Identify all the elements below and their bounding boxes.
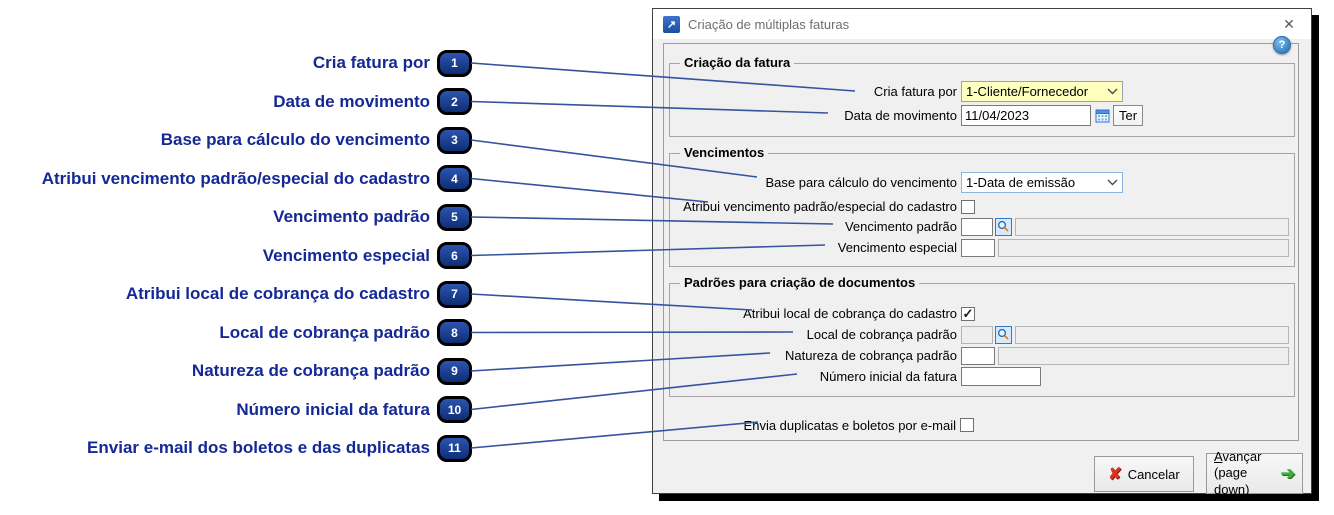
row-data-de-movimento: Data de movimento Ter (670, 105, 1294, 126)
group-title: Padrões para criação de documentos (680, 275, 920, 290)
annotation-label: Enviar e-mail dos boletos e das duplicat… (87, 438, 430, 458)
envia-email-checkbox[interactable] (960, 418, 974, 432)
field-label: Envia duplicatas e boletos por e-mail (743, 417, 956, 433)
annotation-badge: 8 (437, 319, 472, 347)
atribui-vencimento-checkbox[interactable] (961, 199, 975, 214)
annotation-list: Cria fatura por 1 Data de movimento 2 Ba… (0, 44, 472, 468)
group-criacao-da-fatura: Criação da fatura Cria fatura por 1-Clie… (669, 55, 1295, 137)
annotation-label: Número inicial da fatura (236, 399, 430, 419)
close-icon[interactable]: ✕ (1277, 16, 1301, 33)
annotation-row: Local de cobrança padrão 8 (0, 314, 472, 353)
row-vencimento-padrao: Vencimento padrão (670, 216, 1294, 237)
annotation-row: Vencimento especial 6 (0, 237, 472, 276)
local-cobranca-desc-field (1015, 325, 1289, 344)
vencimento-padrao-code-input[interactable] (961, 217, 993, 236)
cria-fatura-por-select[interactable]: 1-Cliente/Fornecedor (961, 81, 1123, 102)
field-label: Natureza de cobrança padrão (784, 348, 957, 363)
numero-inicial-input[interactable] (961, 367, 1041, 386)
annotation-label: Vencimento especial (262, 245, 430, 265)
natureza-cobranca-desc-field (998, 346, 1289, 365)
field-label: Atribui local de cobrança do cadastro (743, 306, 957, 321)
row-numero-inicial: Número inicial da fatura (670, 366, 1294, 387)
field-label: Vencimento padrão (844, 219, 957, 234)
field-label: Data de movimento (844, 108, 957, 123)
annotation-row: Base para cálculo do vencimento 3 (0, 121, 472, 160)
annotation-badge: 3 (437, 126, 472, 154)
row-atribui-local: Atribui local de cobrança do cadastro (670, 303, 1294, 324)
app-icon: ↗ (663, 15, 680, 33)
field-label: Cria fatura por (873, 84, 957, 99)
annotation-row: Atribui vencimento padrão/especial do ca… (0, 160, 472, 199)
annotation-label: Cria fatura por (312, 53, 430, 73)
annotation-badge: 5 (437, 203, 472, 231)
annotation-badge: 9 (437, 357, 472, 385)
group-title: Vencimentos (680, 145, 769, 160)
base-calculo-select[interactable]: 1-Data de emissão (961, 172, 1123, 193)
annotation-label: Base para cálculo do vencimento (160, 130, 430, 150)
titlebar: ↗ Criação de múltiplas faturas ✕ (653, 9, 1311, 39)
next-button-label: Avançar (page down) (1214, 449, 1262, 497)
annotation-label: Natureza de cobrança padrão (191, 361, 430, 381)
dialog-criacao-multiplas-faturas: ↗ Criação de múltiplas faturas ✕ ? Criaç… (652, 8, 1312, 497)
annotation-row: Enviar e-mail dos boletos e das duplicat… (0, 429, 472, 468)
local-cobranca-code-input (961, 325, 993, 344)
field-label: Vencimento especial (837, 240, 957, 255)
chevron-down-icon (1107, 88, 1118, 95)
annotation-badge: 10 (437, 396, 472, 424)
dialog-title: Criação de múltiplas faturas (688, 16, 850, 32)
annotation-badge: 4 (437, 165, 472, 193)
annotation-badge: 1 (437, 49, 472, 77)
annotation-label: Data de movimento (273, 91, 430, 111)
annotation-label: Vencimento padrão (273, 207, 430, 227)
cancel-button[interactable]: ✘ Cancelar (1094, 456, 1194, 492)
annotation-badge: 11 (437, 434, 472, 462)
atribui-local-checkbox[interactable] (961, 306, 975, 321)
vencimento-especial-code-input[interactable] (961, 238, 995, 257)
weekday-button[interactable]: Ter (1113, 105, 1143, 126)
row-vencimento-especial: Vencimento especial (670, 237, 1294, 258)
data-movimento-input[interactable] (961, 105, 1091, 126)
annotation-row: Cria fatura por 1 (0, 44, 472, 83)
next-button[interactable]: Avançar (page down) ➔ (1206, 449, 1303, 497)
help-icon[interactable]: ? (1273, 36, 1291, 54)
calendar-icon[interactable] (1094, 107, 1111, 125)
group-vencimentos: Vencimentos Base para cálculo do vencime… (669, 145, 1295, 267)
annotation-badge: 6 (437, 242, 472, 270)
cancel-button-label: Cancelar (1127, 466, 1180, 482)
annotation-badge: 2 (437, 88, 472, 116)
field-label: Local de cobrança padrão (806, 327, 957, 342)
selected-value: 1-Data de emissão (966, 175, 1076, 190)
group-padroes-documentos: Padrões para criação de documentos Atrib… (669, 275, 1295, 397)
lookup-magnifier-icon[interactable] (995, 325, 1012, 344)
field-label: Número inicial da fatura (819, 369, 957, 384)
annotation-label: Atribui vencimento padrão/especial do ca… (41, 168, 430, 188)
field-label: Atribui vencimento padrão/especial do ca… (683, 199, 957, 214)
annotation-row: Natureza de cobrança padrão 9 (0, 352, 472, 391)
annotation-row: Número inicial da fatura 10 (0, 391, 472, 430)
row-cria-fatura-por: Cria fatura por 1-Cliente/Fornecedor (670, 81, 1294, 102)
cancel-x-icon: ✘ (1108, 466, 1122, 483)
row-atribui-vencimento: Atribui vencimento padrão/especial do ca… (670, 196, 1294, 217)
chevron-down-icon (1107, 179, 1118, 186)
row-natureza-cobranca: Natureza de cobrança padrão (670, 345, 1294, 366)
field-label: Base para cálculo do vencimento (765, 175, 957, 190)
vencimento-padrao-desc-field (1015, 217, 1289, 236)
natureza-cobranca-code-input[interactable] (961, 346, 995, 365)
row-local-cobranca: Local de cobrança padrão (670, 324, 1294, 345)
selected-value: 1-Cliente/Fornecedor (966, 84, 1089, 99)
group-title: Criação da fatura (680, 55, 795, 70)
lookup-magnifier-icon[interactable] (995, 217, 1012, 236)
annotation-row: Data de movimento 2 (0, 83, 472, 122)
annotation-row: Vencimento padrão 5 (0, 198, 472, 237)
row-base-calculo: Base para cálculo do vencimento 1-Data d… (670, 172, 1294, 193)
green-arrow-icon: ➔ (1280, 463, 1295, 483)
row-envia-email: Envia duplicatas e boletos por e-mail (669, 416, 1295, 434)
vencimento-especial-desc-field (998, 238, 1289, 257)
annotation-label: Local de cobrança padrão (219, 322, 430, 342)
annotation-badge: 7 (437, 280, 472, 308)
annotation-row: Atribui local de cobrança do cadastro 7 (0, 275, 472, 314)
annotation-label: Atribui local de cobrança do cadastro (125, 284, 430, 304)
